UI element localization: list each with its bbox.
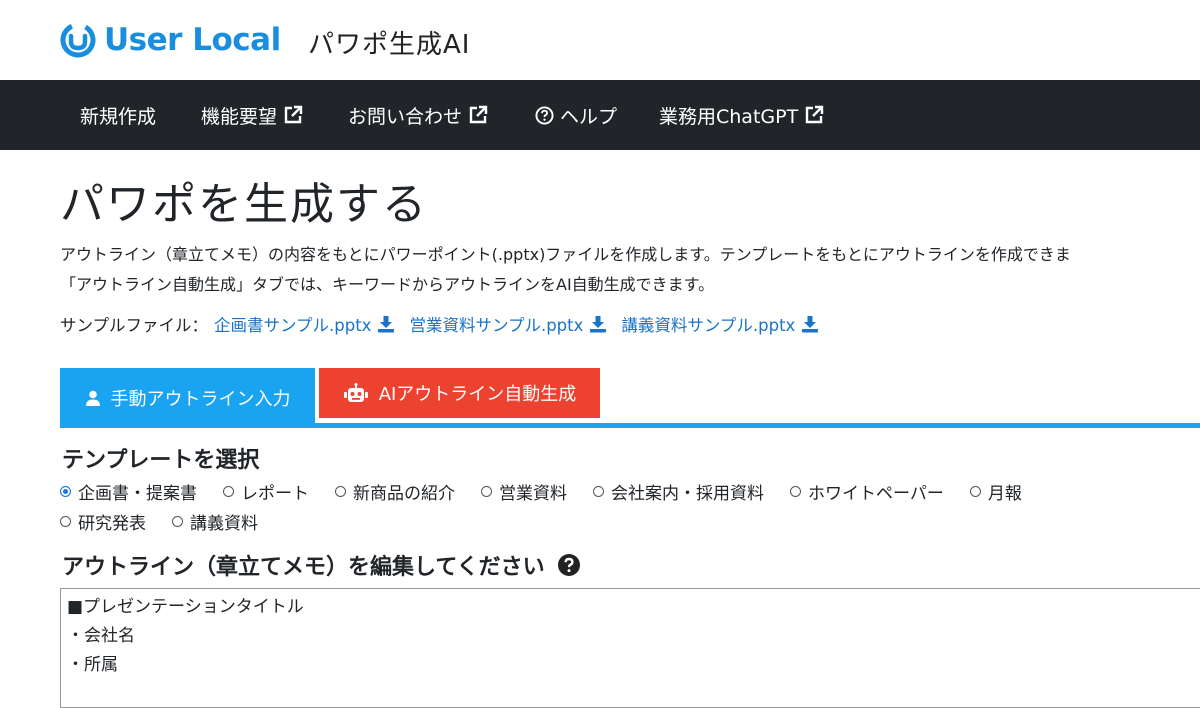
download-icon bbox=[378, 316, 395, 333]
radio-button[interactable] bbox=[172, 516, 183, 527]
radio-button[interactable] bbox=[60, 486, 71, 497]
radio-label: 企画書・提案書 bbox=[78, 484, 197, 504]
description-line-1: アウトライン（章立てメモ）の内容をもとにパワーポイント(.pptx)ファイルを作… bbox=[60, 245, 1071, 264]
external-link-icon bbox=[469, 105, 488, 124]
template-option-sales[interactable]: 営業資料 bbox=[481, 479, 567, 504]
template-options-row-1: 企画書・提案書 レポート 新商品の紹介 営業資料 会社案内・採用資料 ホワイトペ… bbox=[60, 479, 1048, 504]
template-option-proposal[interactable]: 企画書・提案書 bbox=[60, 479, 197, 504]
question-circle-icon[interactable] bbox=[557, 553, 581, 577]
tabs-underline bbox=[60, 423, 1200, 428]
template-option-report[interactable]: レポート bbox=[223, 479, 309, 504]
download-icon bbox=[802, 316, 819, 333]
nav-item-feature-request[interactable]: 機能要望 bbox=[201, 80, 303, 150]
nav-item-label: 機能要望 bbox=[201, 105, 278, 128]
tab-manual-outline[interactable]: 手動アウトライン入力 bbox=[60, 368, 315, 428]
description-line-2: 「アウトライン自動生成」タブでは、キーワードからアウトラインをAI自動生成できま… bbox=[60, 275, 715, 294]
outline-line: ・所属 bbox=[67, 655, 118, 675]
logo-text: User Local bbox=[104, 22, 281, 58]
tab-label: AIアウトライン自動生成 bbox=[378, 384, 577, 405]
radio-button[interactable] bbox=[481, 486, 492, 497]
question-circle-icon bbox=[535, 105, 554, 125]
outline-textarea[interactable]: ■プレゼンテーションタイトル ・会社名 ・所属 bbox=[60, 588, 1200, 708]
template-option-whitepaper[interactable]: ホワイトペーパー bbox=[790, 479, 944, 504]
nav-item-contact[interactable]: お問い合わせ bbox=[348, 80, 488, 150]
radio-label: 新商品の紹介 bbox=[353, 484, 455, 504]
external-link-icon bbox=[284, 105, 303, 124]
userlocal-logo[interactable]: User Local bbox=[60, 18, 281, 62]
outline-title-text: アウトライン（章立てメモ）を編集してください bbox=[62, 555, 545, 580]
sample-files-label: サンプルファイル： bbox=[60, 316, 209, 335]
radio-button[interactable] bbox=[969, 486, 981, 497]
template-section-title: テンプレートを選択 bbox=[62, 448, 260, 473]
template-options-row-2: 研究発表 講義資料 bbox=[60, 509, 284, 534]
nav-item-label: ヘルプ bbox=[560, 105, 618, 128]
template-option-monthly-report[interactable]: 月報 bbox=[969, 479, 1022, 504]
radio-label: 講義資料 bbox=[190, 514, 258, 534]
sample-link-lecture[interactable]: 講義資料サンプル.pptx bbox=[621, 312, 819, 336]
sample-files: サンプルファイル： 企画書サンプル.pptx 営業資料サンプル.pptx 講義資… bbox=[60, 312, 833, 336]
outline-section-title: アウトライン（章立てメモ）を編集してください bbox=[62, 549, 581, 581]
nav-item-new[interactable]: 新規作成 bbox=[80, 80, 156, 150]
template-option-company-recruiting[interactable]: 会社案内・採用資料 bbox=[593, 479, 764, 504]
radio-label: 会社案内・採用資料 bbox=[611, 484, 764, 504]
userlocal-logo-icon bbox=[60, 22, 96, 58]
product-name: パワポ生成AI bbox=[308, 30, 471, 60]
radio-label: ホワイトペーパー bbox=[808, 484, 944, 504]
nav-item-business-chatgpt[interactable]: 業務用ChatGPT bbox=[659, 80, 824, 150]
sample-link-proposal[interactable]: 企画書サンプル.pptx bbox=[214, 312, 395, 336]
radio-label: 営業資料 bbox=[499, 484, 567, 504]
user-icon bbox=[85, 390, 100, 406]
tab-ai-outline[interactable]: AIアウトライン自動生成 bbox=[319, 368, 600, 418]
external-link-icon bbox=[806, 105, 824, 124]
radio-label: レポート bbox=[241, 484, 309, 504]
template-option-lecture[interactable]: 講義資料 bbox=[172, 509, 258, 534]
robot-icon bbox=[343, 383, 368, 402]
template-option-new-product[interactable]: 新商品の紹介 bbox=[335, 479, 455, 504]
download-icon bbox=[590, 316, 607, 333]
nav-item-label: 業務用ChatGPT bbox=[659, 105, 799, 128]
header: User Local パワポ生成AI bbox=[0, 0, 1200, 80]
sample-link-label: 営業資料サンプル.pptx bbox=[409, 316, 584, 335]
outline-line: ■プレゼンテーションタイトル bbox=[67, 597, 304, 617]
sample-link-label: 企画書サンプル.pptx bbox=[214, 316, 372, 335]
radio-label: 研究発表 bbox=[78, 514, 146, 534]
sample-link-sales[interactable]: 営業資料サンプル.pptx bbox=[409, 312, 607, 336]
main-nav: 新規作成 機能要望 お問い合わせ ヘルプ 業務用ChatGPT bbox=[0, 80, 1200, 150]
nav-item-label: 新規作成 bbox=[80, 105, 157, 128]
tab-label: 手動アウトライン入力 bbox=[110, 389, 291, 410]
sample-link-label: 講義資料サンプル.pptx bbox=[621, 316, 796, 335]
template-option-research[interactable]: 研究発表 bbox=[60, 509, 146, 534]
page-title: パワポを生成する bbox=[60, 179, 428, 230]
radio-button[interactable] bbox=[593, 486, 604, 497]
radio-button[interactable] bbox=[223, 486, 234, 497]
nav-item-label: お問い合わせ bbox=[348, 105, 463, 128]
radio-button[interactable] bbox=[790, 486, 801, 497]
radio-button[interactable] bbox=[60, 516, 71, 527]
outline-line: ・会社名 bbox=[67, 626, 135, 646]
nav-item-help[interactable]: ヘルプ bbox=[535, 80, 617, 150]
radio-label: 月報 bbox=[987, 484, 1022, 504]
radio-button[interactable] bbox=[335, 486, 346, 497]
